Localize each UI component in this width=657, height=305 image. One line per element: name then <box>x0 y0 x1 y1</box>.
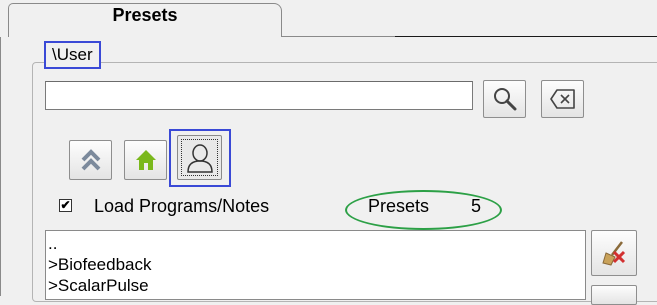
broom-delete-icon <box>602 241 626 266</box>
navigate-up-button[interactable] <box>69 140 112 180</box>
tab-presets[interactable]: Presets <box>8 3 282 37</box>
clear-search-button[interactable] <box>541 80 584 118</box>
checkmark-icon: ✔ <box>60 198 71 212</box>
home-icon <box>135 150 156 170</box>
load-programs-notes-label: Load Programs/Notes <box>94 196 270 216</box>
search-button[interactable] <box>483 80 526 118</box>
list-item[interactable]: >ScalarPulse <box>48 276 149 296</box>
search-input[interactable] <box>45 81 473 110</box>
backspace-clear-icon <box>549 89 575 109</box>
user-silhouette-icon <box>186 143 213 173</box>
presets-count-label: Presets <box>368 196 430 216</box>
current-path-label: \User <box>44 41 101 69</box>
preset-list[interactable]: .. >Biofeedback >ScalarPulse <box>45 230 586 300</box>
double-chevron-up-icon <box>81 149 100 171</box>
list-item[interactable]: .. <box>48 234 57 254</box>
magnifier-icon <box>493 88 516 111</box>
side-button[interactable] <box>591 285 637 305</box>
list-item[interactable]: >Biofeedback <box>48 255 152 275</box>
home-button[interactable] <box>124 140 167 180</box>
delete-preset-button[interactable] <box>591 230 637 276</box>
user-folder-button[interactable] <box>177 135 222 180</box>
current-path-text: \User <box>52 45 93 64</box>
user-button-focus-rect <box>181 139 218 176</box>
presets-count-value: 5 <box>471 196 482 216</box>
load-programs-notes-checkbox[interactable]: ✔ <box>59 199 72 212</box>
tab-presets-label: Presets <box>112 5 178 25</box>
